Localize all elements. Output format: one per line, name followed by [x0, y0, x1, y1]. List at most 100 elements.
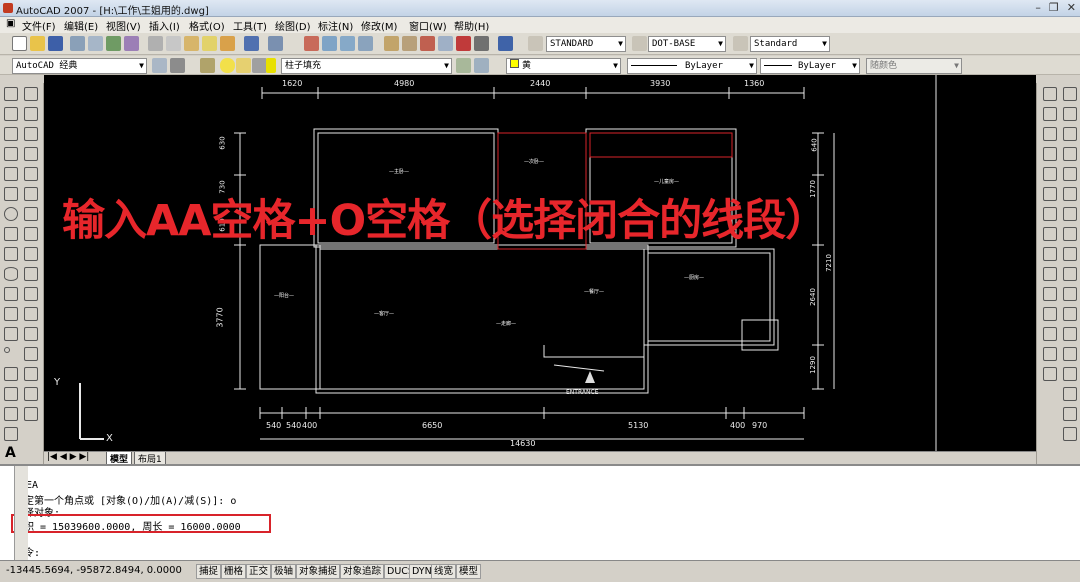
layer-manager-icon[interactable] [200, 58, 215, 73]
text-style-select[interactable]: STANDARD ▼ [546, 36, 626, 52]
break-icon[interactable] [24, 327, 38, 341]
sheet-set-icon[interactable] [438, 36, 453, 51]
table-icon[interactable] [4, 427, 18, 441]
make-current-layer-icon[interactable] [456, 58, 471, 73]
sun-icon[interactable] [236, 58, 251, 73]
snap-from-icon[interactable] [1063, 347, 1077, 361]
ne-iso-icon[interactable] [1043, 187, 1057, 201]
model-toggle[interactable]: 模型 [456, 564, 482, 579]
ortho-toggle[interactable]: 正交 [246, 564, 272, 579]
extrude-icon[interactable] [1043, 267, 1057, 281]
cut-icon[interactable] [148, 36, 163, 51]
tool-palettes-icon[interactable] [420, 36, 435, 51]
top-view-icon[interactable] [1043, 107, 1057, 121]
lock-icon[interactable] [252, 58, 267, 73]
line-icon[interactable] [4, 87, 18, 101]
pan-icon[interactable] [304, 36, 319, 51]
scale-icon[interactable] [24, 227, 38, 241]
region-icon[interactable] [4, 407, 18, 421]
undo-icon[interactable] [244, 36, 259, 51]
zoom-window-icon[interactable] [340, 36, 355, 51]
lightbulb-icon[interactable] [220, 58, 235, 73]
workspace-settings-icon[interactable] [152, 58, 167, 73]
snap-toggle[interactable]: 捕捉 [196, 564, 222, 579]
dim-style-icon[interactable] [733, 36, 748, 51]
intersection-snap-icon[interactable] [1063, 387, 1077, 401]
nw-iso-icon[interactable] [1063, 187, 1077, 201]
app-menu-icon[interactable]: ▣ [6, 18, 15, 29]
publish-icon[interactable] [106, 36, 121, 51]
point-icon[interactable] [4, 347, 10, 353]
workspace-save-icon[interactable] [170, 58, 185, 73]
spline-icon[interactable] [4, 247, 18, 261]
paste-icon[interactable] [184, 36, 199, 51]
wedge-icon[interactable] [1043, 247, 1057, 261]
close-icon[interactable]: ✕ [1067, 1, 1076, 14]
fillet-icon[interactable] [24, 387, 38, 401]
properties-icon[interactable] [384, 36, 399, 51]
menu-view[interactable]: 视图(V) [106, 18, 141, 33]
polyline-icon[interactable] [4, 127, 18, 141]
menu-tools[interactable]: 工具(T) [233, 18, 267, 33]
gradient-icon[interactable] [4, 387, 18, 401]
rotate-icon[interactable] [24, 207, 38, 221]
zoom-realtime-icon[interactable] [322, 36, 337, 51]
cone-icon[interactable] [1063, 227, 1077, 241]
multiline-text-icon[interactable]: A [5, 445, 16, 461]
block-editor-icon[interactable] [220, 36, 235, 51]
insert-block-icon[interactable] [4, 307, 18, 321]
chamfer-icon[interactable] [24, 367, 38, 381]
back-view-icon[interactable] [1063, 147, 1077, 161]
erase-icon[interactable] [24, 87, 38, 101]
break-at-point-icon[interactable] [24, 307, 38, 321]
redo-icon[interactable] [268, 36, 283, 51]
se-iso-icon[interactable] [1063, 167, 1077, 181]
quickcalc-icon[interactable] [474, 36, 489, 51]
dim-style-select[interactable]: Standard ▼ [750, 36, 830, 52]
right-view-icon[interactable] [1063, 127, 1077, 141]
3d-dwf-icon[interactable] [124, 36, 139, 51]
cylinder-icon[interactable] [1043, 227, 1057, 241]
move-icon[interactable] [24, 187, 38, 201]
linetype-select[interactable]: ByLayer ▼ [627, 58, 757, 74]
multileader-style-icon[interactable] [632, 36, 647, 51]
match-properties-icon[interactable] [202, 36, 217, 51]
command-scrollbar[interactable] [14, 466, 28, 562]
hatch-icon[interactable] [4, 367, 18, 381]
rectangle-icon[interactable] [4, 167, 18, 181]
menu-modify[interactable]: 修改(M) [361, 18, 397, 33]
polar-toggle[interactable]: 极轴 [271, 564, 297, 579]
menu-dimension[interactable]: 标注(N) [318, 18, 353, 33]
ellipse-arc-icon[interactable] [4, 287, 18, 301]
menu-insert[interactable]: 插入(I) [149, 18, 180, 33]
layer-previous-icon[interactable] [474, 58, 489, 73]
lineweight-toggle[interactable]: 线宽 [431, 564, 457, 579]
endpoint-snap-icon[interactable] [1043, 367, 1057, 381]
torus-icon[interactable] [1063, 247, 1077, 261]
explode-icon[interactable] [24, 407, 38, 421]
circle-icon[interactable] [4, 207, 18, 221]
revolve-icon[interactable] [1063, 267, 1077, 281]
sphere-icon[interactable] [1063, 207, 1077, 221]
front-view-icon[interactable] [1043, 147, 1057, 161]
preview-icon[interactable] [88, 36, 103, 51]
menu-edit[interactable]: 编辑(E) [64, 18, 98, 33]
zoom-previous-icon[interactable] [358, 36, 373, 51]
copy-object-icon[interactable] [24, 107, 38, 121]
extend-icon[interactable] [24, 287, 38, 301]
materials-icon[interactable] [1063, 327, 1077, 341]
arc-icon[interactable] [4, 187, 18, 201]
join-icon[interactable] [24, 347, 38, 361]
perpendicular-snap-icon[interactable] [1063, 427, 1077, 441]
copy-icon[interactable] [166, 36, 181, 51]
slice-icon[interactable] [1063, 307, 1077, 321]
revision-cloud-icon[interactable] [4, 227, 18, 241]
trim-icon[interactable] [24, 267, 38, 281]
command-window[interactable]: AREA 指定第一个角点或 [对象(O)/加(A)/减(S)]: o 选择对象:… [0, 464, 1080, 562]
otrack-toggle[interactable]: 对象追踪 [340, 564, 385, 579]
ellipse-icon[interactable] [4, 267, 18, 281]
bottom-view-icon[interactable] [1063, 107, 1077, 121]
offset-icon[interactable] [24, 147, 38, 161]
new-icon[interactable] [12, 36, 27, 51]
menu-format[interactable]: 格式(O) [189, 18, 225, 33]
